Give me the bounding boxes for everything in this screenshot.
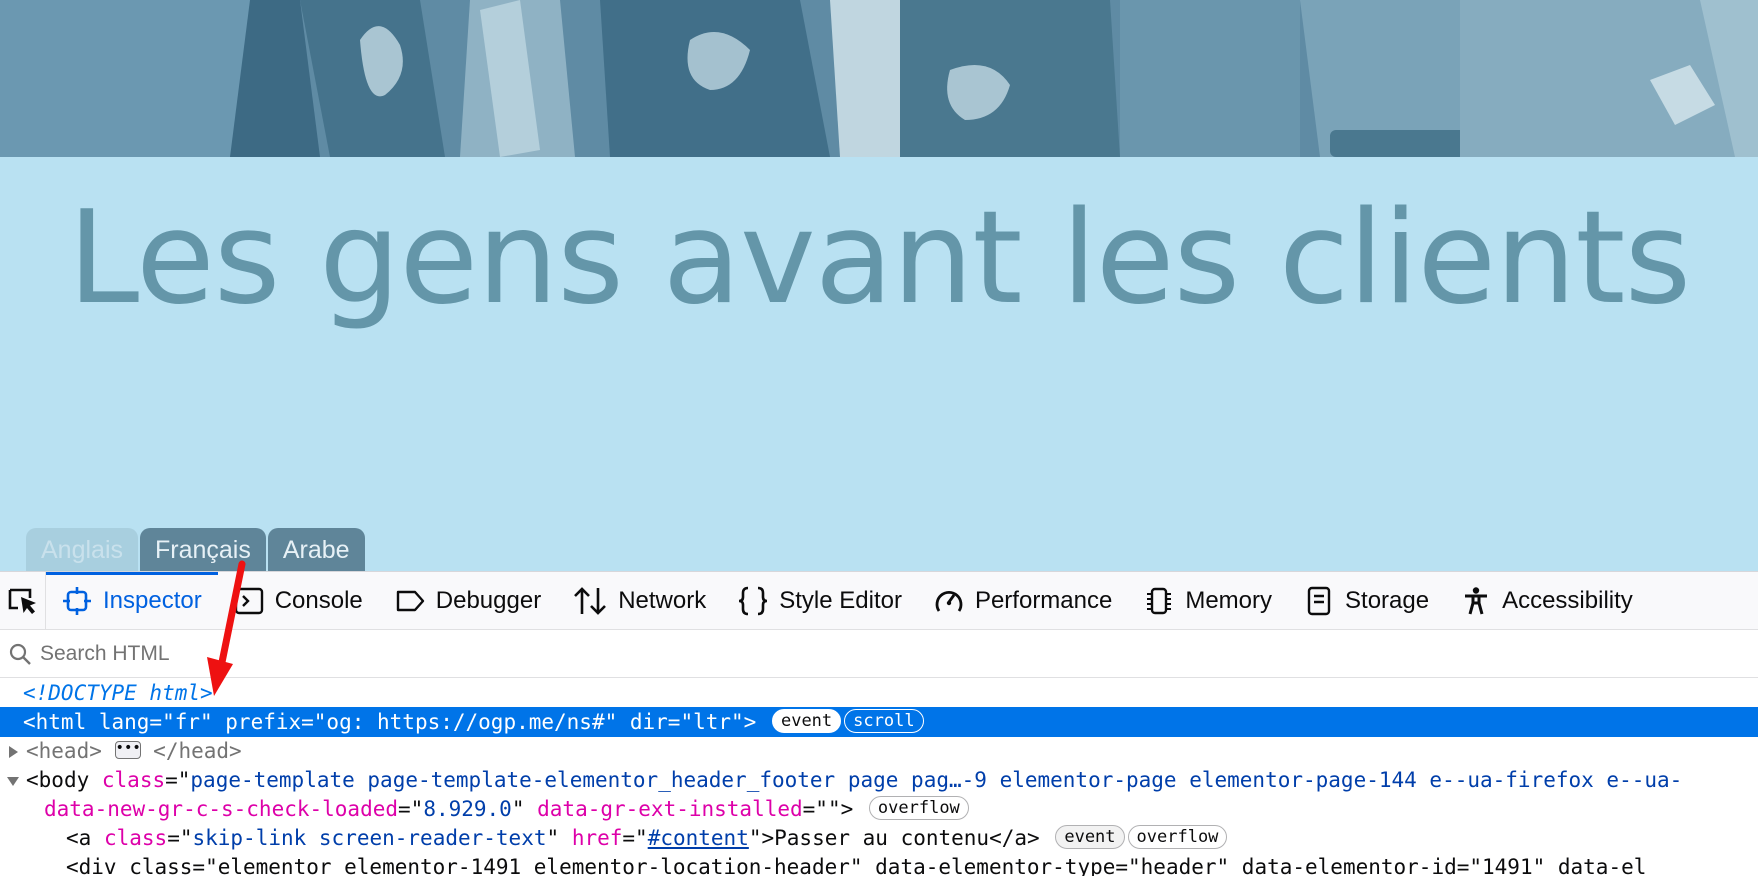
tab-performance-label: Performance: [974, 586, 1113, 614]
search-icon: [9, 643, 31, 665]
a-tag-close-name: a: [1014, 826, 1028, 850]
tab-inspector-label: Inspector: [103, 586, 202, 614]
performance-icon: [935, 590, 963, 612]
doctype-text: <!DOCTYPE html>: [23, 681, 213, 705]
element-picker-icon: [8, 588, 36, 614]
tab-console-label: Console: [274, 586, 363, 614]
a-attr-class-value[interactable]: skip-link screen-reader-text: [192, 826, 546, 850]
memory-icon: [1147, 587, 1172, 614]
a-attr-href-name: href: [571, 826, 623, 850]
body-attr-ext-installed-name: data-gr-ext-installed: [537, 797, 803, 821]
event-badge[interactable]: event: [771, 709, 842, 733]
tab-debugger-label: Debugger: [435, 586, 542, 614]
markup-html-node[interactable]: <html lang="fr" prefix="og: https://ogp.…: [0, 707, 1758, 737]
style-editor-icon: [739, 586, 768, 615]
devtools-panel: Inspector Console Debugger Network Style…: [0, 571, 1758, 876]
body-attr-check-loaded-value[interactable]: 8.929.0: [423, 797, 512, 821]
scroll-badge[interactable]: scroll: [844, 709, 924, 733]
language-tab-francais[interactable]: Français: [140, 528, 266, 572]
markup-head-node[interactable]: <head> ••• </head>: [0, 736, 1758, 766]
body-attr-class-name: class: [101, 768, 166, 792]
body-tag-name: body: [38, 768, 90, 792]
head-tag-open: <head>: [26, 739, 102, 763]
tab-memory[interactable]: Memory: [1128, 572, 1288, 630]
inspector-icon: [63, 586, 91, 615]
markup-doctype-node[interactable]: <!DOCTYPE html>: [0, 678, 1758, 708]
language-tab-anglais[interactable]: Anglais: [26, 528, 138, 572]
event-badge[interactable]: event: [1055, 825, 1125, 849]
overflow-badge[interactable]: overflow: [1127, 825, 1228, 849]
markup-tree: <!DOCTYPE html> <html lang="fr" prefix="…: [0, 678, 1758, 876]
language-tab-arabe[interactable]: Arabe: [267, 528, 365, 572]
a-attr-class-name: class: [103, 826, 168, 850]
tab-accessibility-label: Accessibility: [1502, 586, 1633, 614]
screen: Les gens avant les clients Anglais Franç…: [0, 0, 1758, 876]
language-switcher: Anglais Français Arabe: [26, 528, 365, 572]
hero-photo: [0, 0, 1758, 157]
network-icon: [574, 586, 607, 615]
tab-storage-label: Storage: [1345, 586, 1430, 614]
tab-performance[interactable]: Performance: [918, 572, 1128, 630]
element-picker-button[interactable]: [0, 571, 46, 630]
debugger-icon: [396, 590, 424, 611]
tab-network-label: Network: [618, 586, 707, 614]
markup-skip-link-node[interactable]: <a class="skip-link screen-reader-text" …: [0, 823, 1758, 853]
markup-body-node[interactable]: <body class="page-template page-template…: [0, 765, 1758, 795]
tab-style-editor[interactable]: Style Editor: [722, 572, 918, 630]
hero-photo-image: [0, 0, 1758, 157]
tab-accessibility[interactable]: Accessibility: [1445, 572, 1649, 630]
tab-inspector[interactable]: Inspector: [46, 571, 218, 630]
html-search-bar: [0, 630, 1758, 678]
devtools-toolbar: Inspector Console Debugger Network Style…: [0, 571, 1758, 630]
storage-icon: [1307, 586, 1331, 615]
markup-header-div-node[interactable]: <div class="elementor elementor-1491 ele…: [0, 852, 1758, 876]
a-attr-href-value[interactable]: #content: [648, 826, 749, 850]
body-attr-class-value[interactable]: page-template page-template-elementor_he…: [190, 768, 1682, 792]
html-tag-open: <html: [23, 710, 87, 734]
accessibility-icon: [1465, 586, 1488, 614]
overflow-badge[interactable]: overflow: [868, 796, 969, 820]
a-text-content: Passer au contenu: [774, 826, 990, 850]
markup-body-node-continued: data-new-gr-c-s-check-loaded="8.929.0" d…: [0, 794, 1758, 824]
tab-network[interactable]: Network: [557, 572, 722, 630]
expand-twisty-icon[interactable]: [7, 745, 19, 759]
search-html-input[interactable]: [40, 641, 640, 666]
html-tag-attributes: lang="fr" prefix="og: https://ogp.me/ns#…: [86, 710, 757, 734]
a-tag-name: a: [78, 826, 92, 850]
header-div-partial-text: <div class="elementor elementor-1491 ele…: [66, 855, 1647, 876]
tab-memory-label: Memory: [1185, 586, 1273, 614]
body-attr-check-loaded-name: data-new-gr-c-s-check-loaded: [44, 797, 399, 821]
tab-storage[interactable]: Storage: [1288, 572, 1445, 630]
tab-style-editor-label: Style Editor: [779, 586, 902, 614]
hero-title: Les gens avant les clients: [67, 184, 1691, 333]
collapsed-children-ellipsis[interactable]: •••: [114, 741, 141, 759]
head-tag-close: </head>: [153, 739, 242, 763]
tab-console[interactable]: Console: [218, 572, 379, 630]
tab-debugger[interactable]: Debugger: [379, 572, 557, 630]
console-icon: [234, 587, 263, 614]
collapse-twisty-icon[interactable]: [6, 775, 20, 787]
